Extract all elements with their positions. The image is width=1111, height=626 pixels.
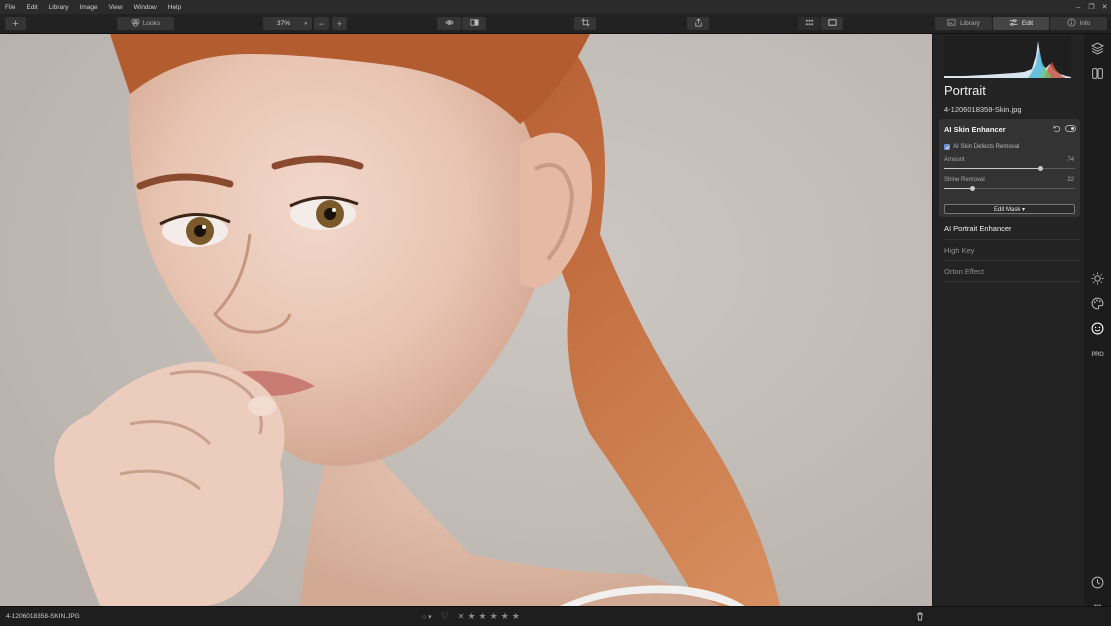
- amount-slider-fill: [944, 168, 1041, 169]
- status-file-name: 4-1206018358-SKIN.JPG: [6, 613, 80, 620]
- minimize-button[interactable]: –: [1072, 0, 1085, 14]
- menu-help[interactable]: Help: [163, 4, 187, 11]
- shine-removal-slider[interactable]: [944, 186, 1075, 191]
- info-icon: [1067, 18, 1076, 29]
- tab-library-label: Library: [960, 20, 980, 27]
- layers-icon[interactable]: [1090, 41, 1105, 56]
- amount-slider-thumb[interactable]: [1038, 166, 1044, 171]
- crop-icon: [580, 18, 590, 29]
- shine-removal-slider-thumb[interactable]: [970, 186, 976, 191]
- share-button[interactable]: [687, 17, 709, 30]
- menu-view[interactable]: View: [104, 4, 129, 11]
- amount-value[interactable]: 74: [1067, 157, 1074, 163]
- history-icon[interactable]: [1090, 575, 1105, 590]
- restore-button[interactable]: ❐: [1085, 0, 1098, 14]
- zoom-out-button[interactable]: −: [314, 17, 329, 30]
- star-icon[interactable]: ★: [512, 611, 520, 622]
- single-view-button[interactable]: [821, 17, 843, 30]
- color-label-dropdown[interactable]: ○ ▾: [422, 613, 432, 621]
- single-image-icon: [827, 18, 837, 29]
- trash-icon[interactable]: [915, 611, 925, 623]
- section-high-key[interactable]: High Key: [944, 246, 974, 255]
- heart-icon[interactable]: ♡: [441, 611, 449, 622]
- preview-button[interactable]: [437, 17, 461, 30]
- menu-edit[interactable]: Edit: [21, 4, 43, 11]
- grid-icon: [805, 18, 814, 29]
- add-button[interactable]: +: [5, 17, 26, 30]
- looks-label: Looks: [142, 20, 161, 27]
- star-icon[interactable]: ★: [479, 611, 487, 622]
- grid-view-button[interactable]: [798, 17, 820, 30]
- compare-view-button[interactable]: [462, 17, 486, 30]
- tool-rail: PRO •••: [1084, 34, 1111, 610]
- divider: [944, 260, 1080, 261]
- chevron-down-icon: ▾: [304, 20, 307, 27]
- shine-removal-label: Shine Removal: [944, 177, 985, 183]
- portrait-photo: [54, 34, 780, 606]
- zoom-select[interactable]: 37% ▾: [263, 17, 312, 30]
- window-controls: – ❐ ✕: [1072, 0, 1111, 14]
- reset-icon[interactable]: [1053, 125, 1061, 133]
- checkbox-label: AI Skin Defects Removal: [953, 144, 1020, 150]
- menu-window[interactable]: Window: [129, 4, 163, 11]
- zoom-in-button[interactable]: +: [332, 17, 347, 30]
- shine-removal-slider-fill: [944, 188, 973, 189]
- adjustments-panel: Portrait 4-1206018358-Skin.jpg AI Skin E…: [933, 34, 1084, 606]
- tab-info-label: Info: [1079, 20, 1091, 27]
- tab-info[interactable]: Info: [1050, 17, 1107, 30]
- library-icon: [947, 18, 956, 29]
- looks-icon: [131, 18, 140, 29]
- section-ai-portrait-enhancer[interactable]: AI Portrait Enhancer: [944, 224, 1012, 233]
- toolbar: + Looks 37% ▾ − + Library Edit Info: [0, 14, 1111, 34]
- edit-mask-button[interactable]: Edit Mask ▾: [944, 204, 1075, 214]
- face-icon[interactable]: [1090, 321, 1105, 336]
- looks-button[interactable]: Looks: [117, 17, 174, 30]
- shine-removal-value[interactable]: 22: [1067, 177, 1074, 183]
- divider: [944, 281, 1080, 282]
- section-orton-effect[interactable]: Orton Effect: [944, 267, 984, 276]
- skin-defects-checkbox-row[interactable]: AI Skin Defects Removal: [944, 144, 1019, 150]
- palette-icon[interactable]: [1090, 296, 1105, 311]
- checkbox[interactable]: [944, 144, 950, 150]
- toggle-switch[interactable]: [1065, 125, 1076, 132]
- compare-icon[interactable]: [1090, 66, 1105, 81]
- file-name: 4-1206018358-Skin.jpg: [944, 105, 1022, 114]
- star-icon[interactable]: ★: [501, 611, 509, 622]
- histogram: [944, 36, 1071, 78]
- star-icon[interactable]: ★: [467, 611, 475, 622]
- rating-controls: ○ ▾ ♡ ✕ ★ ★ ★ ★ ★: [422, 611, 520, 622]
- card-title[interactable]: AI Skin Enhancer: [944, 125, 1006, 134]
- menu-library[interactable]: Library: [44, 4, 75, 11]
- split-view-icon: [469, 18, 479, 29]
- tab-edit[interactable]: Edit: [993, 17, 1049, 30]
- menu-image[interactable]: Image: [75, 4, 104, 11]
- status-bar: 4-1206018358-SKIN.JPG ○ ▾ ♡ ✕ ★ ★ ★ ★ ★: [0, 606, 1111, 626]
- menu-file[interactable]: File: [0, 4, 21, 11]
- sliders-icon: [1009, 18, 1018, 29]
- tab-edit-label: Edit: [1021, 20, 1034, 27]
- amount-label: Amount: [944, 157, 965, 163]
- eye-icon: [444, 18, 454, 29]
- close-button[interactable]: ✕: [1098, 0, 1111, 14]
- sun-icon[interactable]: [1090, 271, 1105, 286]
- star-icon[interactable]: ★: [490, 611, 498, 622]
- divider: [944, 239, 1080, 240]
- panel-title: Portrait: [944, 83, 986, 98]
- share-icon: [694, 18, 703, 29]
- ai-skin-enhancer-card: AI Skin Enhancer AI Skin Defects Removal…: [939, 119, 1080, 217]
- menu-bar: File Edit Library Image View Window Help…: [0, 0, 1111, 14]
- zoom-value: 37%: [277, 20, 291, 27]
- amount-slider[interactable]: [944, 166, 1075, 171]
- pro-icon[interactable]: PRO: [1090, 347, 1105, 362]
- crop-button[interactable]: [574, 17, 596, 30]
- photo-canvas[interactable]: [0, 34, 932, 606]
- tab-library[interactable]: Library: [935, 17, 992, 30]
- reject-icon[interactable]: ✕: [458, 612, 465, 621]
